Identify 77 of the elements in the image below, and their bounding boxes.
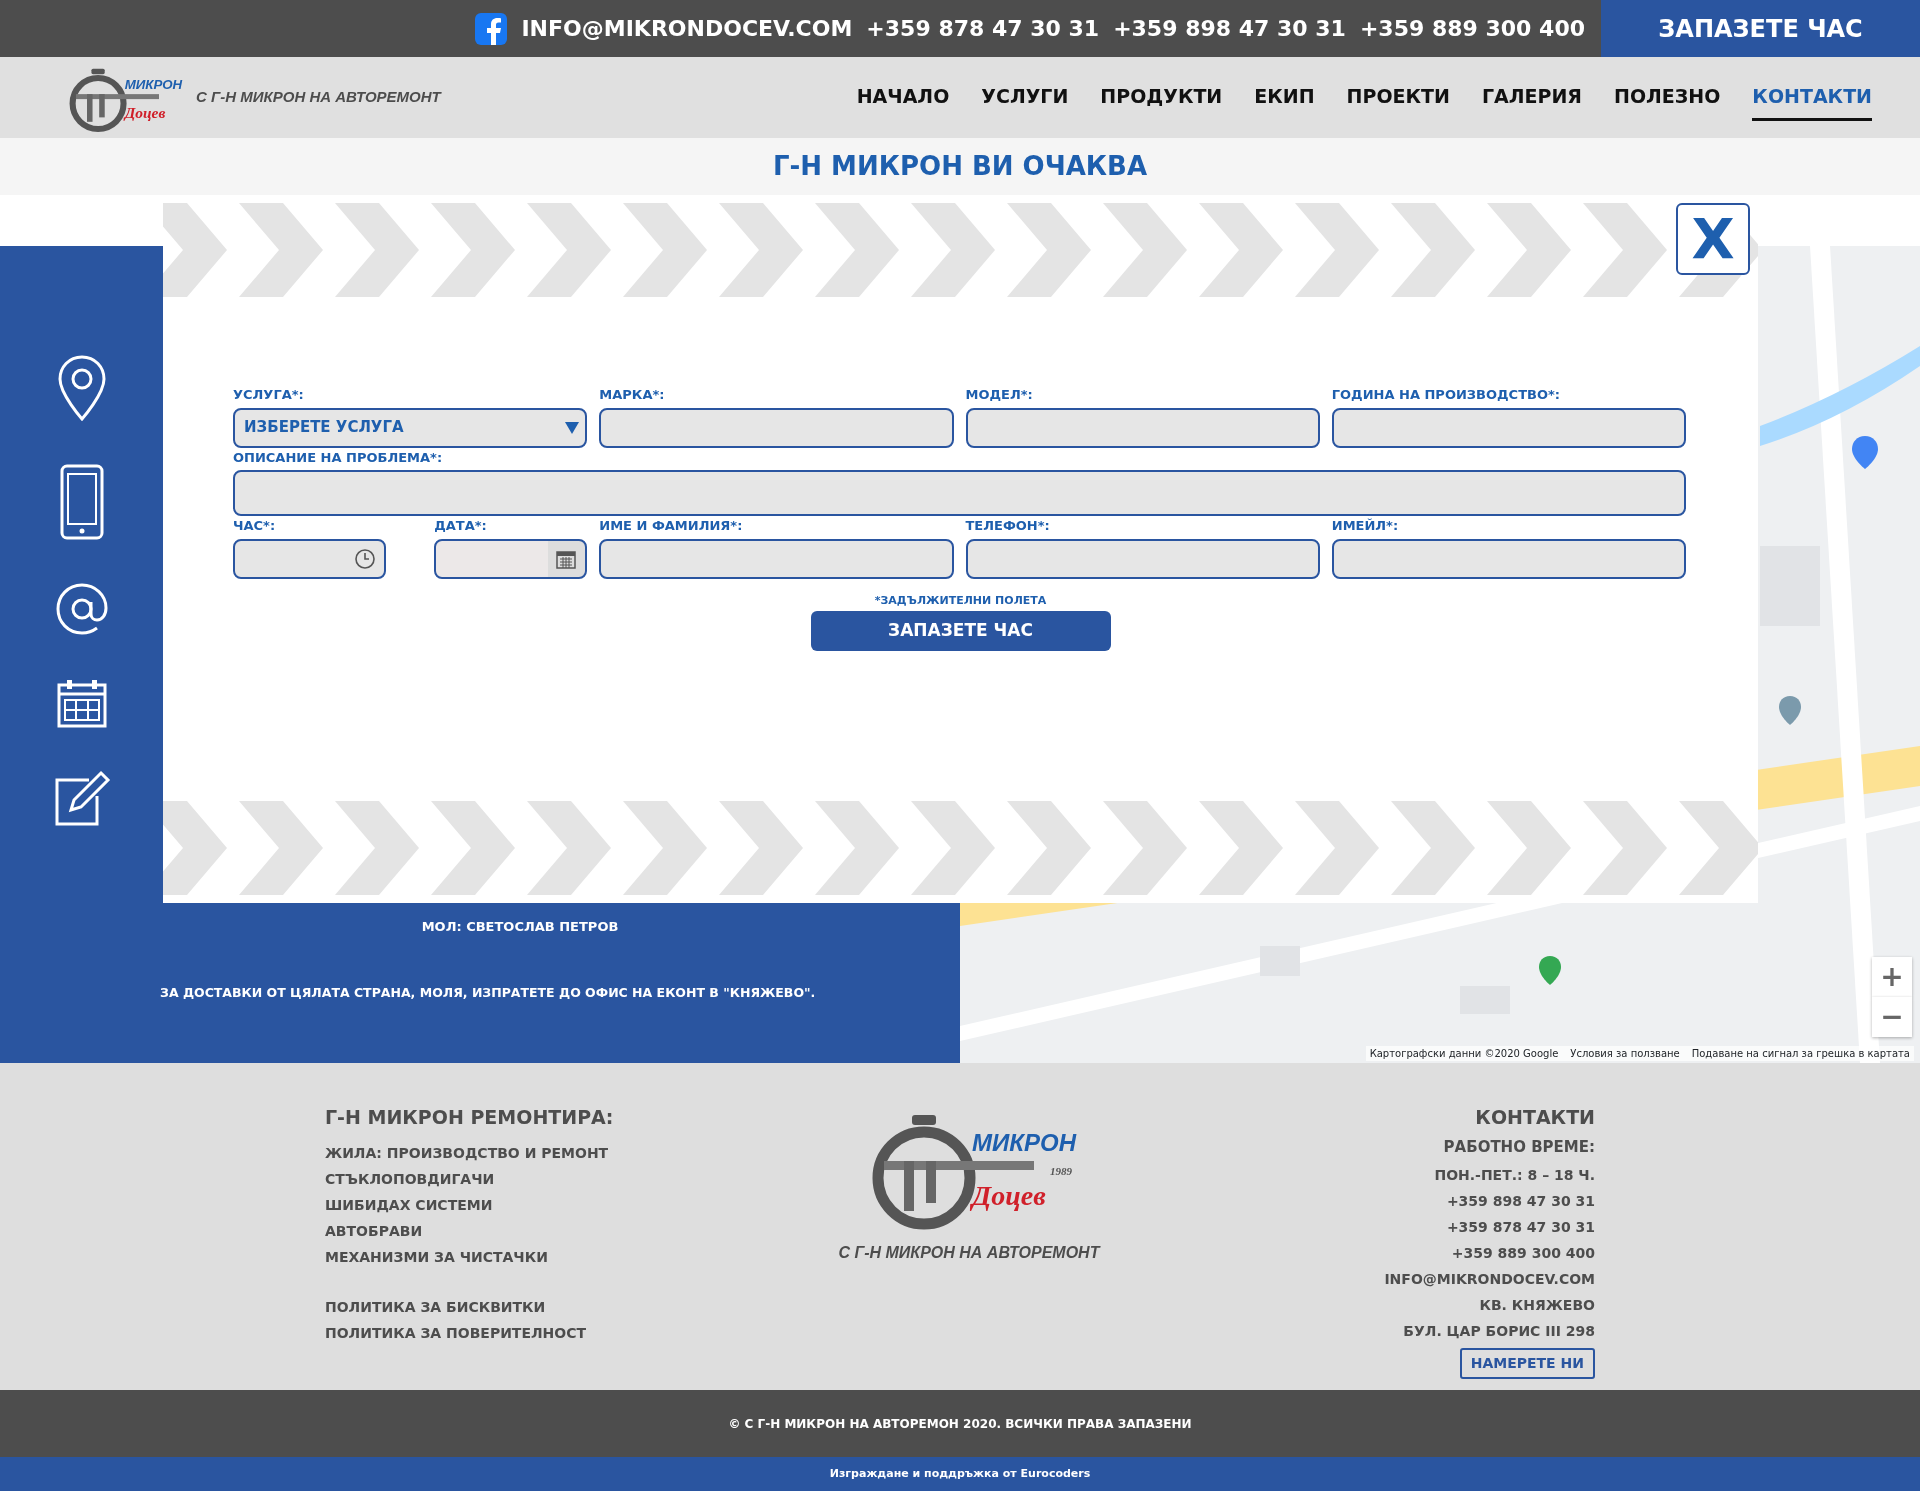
field-label: ОПИСАНИЕ НА ПРОБЛЕМА*: (233, 448, 444, 467)
phone-link[interactable]: +359 898 47 30 31 (1113, 12, 1346, 45)
input-field[interactable] (1331, 538, 1686, 579)
contact-text: +359 878 47 30 31 (1446, 1218, 1595, 1237)
field-label: МОДЕЛ*: (965, 386, 1034, 404)
clock-icon (354, 547, 377, 570)
logo-text: Доцев (971, 1180, 1046, 1211)
email-at-icon (54, 582, 109, 636)
smartphone-icon (59, 464, 104, 540)
find-us-button[interactable]: НАМЕРЕТЕ НИ (1459, 1348, 1595, 1379)
time-field[interactable] (233, 538, 387, 579)
hours-label: РАБОТНО ВРЕМЕ: (1443, 1136, 1595, 1158)
service-select[interactable]: ИЗБЕРЕТЕ УСЛУГА (233, 407, 588, 448)
logo-year: 1989 (1049, 1165, 1072, 1177)
input-field[interactable] (965, 407, 1320, 448)
nav-link[interactable]: УСЛУГИ (981, 73, 1069, 122)
footer-link[interactable]: ШИБИДАХ СИСТЕМИ (325, 1191, 614, 1218)
map-attribution-link[interactable]: Условия за ползване (1570, 1046, 1680, 1061)
field-label: УСЛУГА*: (233, 386, 305, 404)
field-label: ИМЕ И ФАМИЛИЯ*: (599, 517, 744, 535)
credit-text: Изграждане и поддръжка от Eurocoders (829, 1465, 1091, 1482)
contact-text: БУЛ. ЦАР БОРИС III 298 (1403, 1322, 1595, 1341)
facebook-icon (475, 12, 508, 45)
delivery-note: ЗА ДОСТАВКИ ОТ ЦЯЛАТА СТРАНА, МОЛЯ, ИЗПРАТЕТЕ ДО ОФИС НА ЕКОНТ В "КНЯЖЕВО". (159, 984, 817, 1003)
input-field[interactable] (599, 538, 954, 579)
map-attribution-link[interactable]: Картографски данни ©2020 Google (1369, 1046, 1559, 1061)
footer-link[interactable]: МЕХАНИЗМИ ЗА ЧИСТАЧКИ (325, 1243, 614, 1270)
required-note: *ЗАДЪЛЖИТЕЛНИ ПОЛЕТА (874, 592, 1047, 609)
nav-link[interactable]: ЕКИП (1254, 73, 1315, 122)
footer-link[interactable]: ПОЛИТИКА ЗА БИСКВИТКИ (325, 1293, 614, 1320)
field-label: ЧАС*: (233, 517, 277, 535)
nav-link[interactable]: ГАЛЕРИЯ (1481, 73, 1582, 122)
input-field[interactable] (1331, 407, 1686, 448)
phone-link[interactable]: +359 889 300 400 (1359, 12, 1585, 45)
logo-text: МИКРОН (124, 76, 183, 92)
nav-link[interactable]: КОНТАКТИ (1752, 73, 1872, 122)
contact-text: КВ. КНЯЖЕВО (1479, 1296, 1595, 1315)
zoom-in-button[interactable]: + (1872, 957, 1912, 997)
tagline: С Г-Н МИКРОН НА АВТОРЕМОНТ (838, 1243, 1100, 1263)
nav-link[interactable]: НАЧАЛО (856, 73, 950, 122)
field-label: ТЕЛЕФОН*: (965, 517, 1051, 535)
footer-link[interactable]: АВТОБРАВИ (325, 1217, 614, 1244)
field-label: ГОДИНА НА ПРОИЗВОДСТВО*: (1331, 386, 1561, 404)
calendar-icon (56, 678, 107, 728)
phone-link[interactable]: +359 878 47 30 31 (866, 12, 1100, 45)
footer-link[interactable]: СТЪКЛОПОВДИГАЧИ (325, 1165, 614, 1192)
input-field[interactable] (965, 538, 1320, 579)
close-button[interactable]: X (1676, 203, 1750, 275)
copyright-text: © С Г-Н МИКРОН НА АВТОРЕМОН 2020. ВСИЧКИ ПРАВА ЗАПАЗЕНИ (728, 1415, 1192, 1433)
contact-text: ПОН.-ПЕТ.: 8 – 18 Ч. (1434, 1166, 1595, 1185)
map-attribution-link[interactable]: Подаване на сигнал за грешка в картата (1691, 1046, 1910, 1061)
nav-link[interactable]: ПРОЕКТИ (1346, 73, 1450, 122)
contact-text: +359 898 47 30 31 (1446, 1192, 1595, 1211)
field-label: ДАТА*: (434, 517, 488, 535)
zoom-out-button[interactable]: − (1872, 997, 1912, 1037)
contact-text: INFO@MIKRONDOCEV.COM (1384, 1270, 1595, 1289)
company-manager: МОЛ: СВЕТОСЛАВ ПЕТРОВ (420, 917, 620, 936)
footer-heading: Г-Н МИКРОН РЕМОНТИРА: (325, 1105, 614, 1130)
email-link[interactable]: INFO@MIKRONDOCEV.COM (521, 12, 853, 45)
footer-link[interactable]: ПОЛИТИКА ЗА ПОВЕРИТЕЛНОСТ (325, 1319, 614, 1346)
caret-icon (565, 421, 580, 434)
submit-button[interactable]: ЗАПАЗЕТЕ ЧАС (810, 611, 1111, 651)
page-title: Г-Н МИКРОН ВИ ОЧАКВА (772, 150, 1148, 183)
input-field[interactable] (599, 407, 954, 448)
book-appointment-button[interactable]: ЗАПАЗЕТЕ ЧАС (1601, 0, 1920, 57)
footer-heading: КОНТАКТИ (1475, 1105, 1595, 1130)
footer-link[interactable]: ЖИЛА: ПРОИЗВОДСТВО И РЕМОНТ (325, 1139, 614, 1166)
description-textarea[interactable] (233, 470, 1686, 516)
nav-link[interactable]: ПРОДУКТИ (1100, 73, 1223, 122)
field-label: МАРКА*: (599, 386, 666, 404)
contact-text: +359 889 300 400 (1451, 1244, 1595, 1263)
tagline: С Г-Н МИКРОН НА АВТОРЕМОНТ (196, 87, 441, 108)
logo-text: Доцев (124, 104, 166, 121)
date-field[interactable] (434, 538, 588, 579)
nav-link[interactable]: ПОЛЕЗНО (1614, 73, 1721, 122)
logo-text: МИКРОН (971, 1129, 1076, 1156)
field-label: ИМЕЙЛ*: (1331, 517, 1400, 535)
